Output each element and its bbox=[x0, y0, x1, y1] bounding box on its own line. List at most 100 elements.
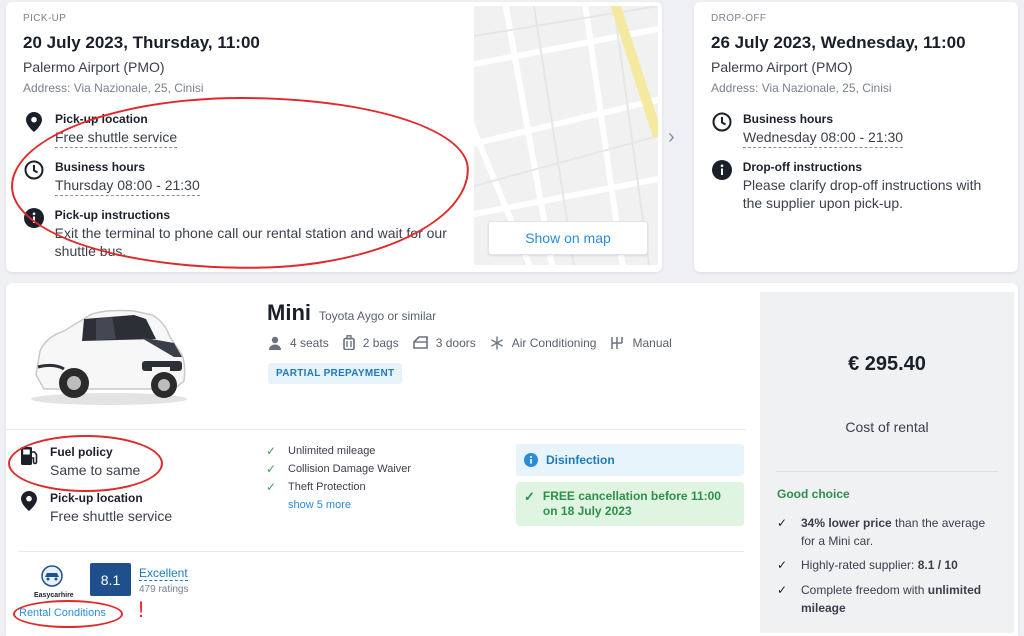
car-pickup-location-value: Free shuttle service bbox=[50, 508, 173, 524]
pickup-map[interactable]: Show on map bbox=[474, 6, 658, 265]
pickup-location-row: Pick-up location Free shuttle service bbox=[23, 112, 178, 148]
info-icon bbox=[23, 208, 45, 230]
rental-conditions-link[interactable]: Rental Conditions bbox=[19, 607, 106, 619]
pickup-section-label: PICK-UP bbox=[23, 13, 67, 24]
dropoff-location-name: Palermo Airport (PMO) bbox=[711, 59, 853, 75]
partial-prepayment-badge: PARTIAL PREPAYMENT bbox=[268, 363, 403, 384]
dropoff-instructions-row: Drop-off instructions Please clarify dro… bbox=[711, 160, 1001, 212]
good-choice-point: ✓ Complete freedom with unlimited mileag… bbox=[777, 581, 997, 617]
info-icon bbox=[524, 453, 538, 467]
inclusion-label: Theft Protection bbox=[288, 481, 366, 493]
price-amount: € 295.40 bbox=[848, 353, 926, 375]
dropoff-hours-value[interactable]: Wednesday 08:00 - 21:30 bbox=[743, 128, 904, 148]
dropoff-date: 26 July 2023, Wednesday, 11:00 bbox=[711, 33, 966, 52]
pickup-instructions-title: Pick-up instructions bbox=[54, 208, 171, 222]
clock-icon bbox=[23, 160, 45, 182]
location-pin-icon bbox=[23, 112, 45, 134]
ratings-count: 479 ratings bbox=[139, 584, 189, 595]
clock-icon bbox=[711, 112, 733, 134]
feature-ac: Air Conditioning bbox=[490, 335, 597, 350]
feature-bags: 2 bags bbox=[342, 335, 399, 350]
rating-label[interactable]: Excellent bbox=[139, 566, 188, 581]
check-icon: ✓ bbox=[777, 558, 788, 572]
price-panel: € 295.40 Cost of rental Good choice ✓ 34… bbox=[760, 292, 1014, 633]
car-title-row: Mini Toyota Aygo or similar bbox=[267, 300, 436, 326]
check-icon: ✓ bbox=[777, 583, 788, 597]
supplier-logo: Easycarhire bbox=[34, 565, 74, 599]
car-image bbox=[31, 309, 187, 405]
dropoff-instructions-value: Please clarify drop-off instructions wit… bbox=[742, 177, 982, 211]
good-choice-point: ✓ Highly-rated supplier: 8.1 / 10 bbox=[777, 556, 997, 574]
feature-seats: 4 seats bbox=[268, 335, 329, 350]
car-category: Mini bbox=[267, 300, 311, 325]
inclusion-item: ✓ Theft Protection bbox=[266, 478, 411, 496]
inclusions-list: ✓ Unlimited mileage ✓ Collision Damage Wai… bbox=[266, 442, 411, 511]
snowflake-icon bbox=[490, 336, 503, 349]
good-choice-title: Good choice bbox=[777, 487, 850, 501]
person-icon bbox=[269, 336, 281, 350]
check-icon: ✓ bbox=[266, 444, 277, 458]
fuel-policy-title: Fuel policy bbox=[50, 445, 113, 459]
check-icon: ✓ bbox=[777, 516, 788, 530]
inclusion-label: Collision Damage Waiver bbox=[288, 463, 412, 475]
fuel-pump-icon bbox=[18, 445, 40, 467]
point-text: Complete freedom with bbox=[801, 583, 928, 597]
bag-icon bbox=[342, 335, 355, 350]
divider bbox=[776, 471, 998, 472]
dropoff-instructions-title: Drop-off instructions bbox=[742, 160, 863, 174]
feature-ac-label: Air Conditioning bbox=[511, 335, 597, 350]
easycarhire-logo-icon bbox=[41, 565, 63, 587]
dropoff-hours-row: Business hours Wednesday 08:00 - 21:30 bbox=[711, 112, 904, 148]
point-text: Highly-rated supplier: bbox=[801, 558, 918, 572]
pickup-hours-value[interactable]: Thursday 08:00 - 21:30 bbox=[55, 176, 200, 196]
gearbox-icon bbox=[611, 336, 624, 349]
car-features: 4 seats 2 bags 3 doors Air Conditioning … bbox=[268, 335, 686, 350]
point-bold: 34% lower price bbox=[801, 516, 892, 530]
feature-doors-label: 3 doors bbox=[435, 335, 476, 350]
fuel-policy-value: Same to same bbox=[50, 462, 141, 478]
show-more-link[interactable]: show 5 more bbox=[288, 499, 411, 511]
annotation-exclamation: ! bbox=[138, 597, 145, 622]
supplier-logo-text: Easycarhire bbox=[34, 592, 74, 599]
free-cancellation-label: FREE cancellation before 11:00 on 18 Jul… bbox=[542, 489, 721, 518]
check-icon: ✓ bbox=[524, 489, 535, 504]
pickup-location-value[interactable]: Free shuttle service bbox=[55, 128, 178, 148]
pickup-hours-title: Business hours bbox=[55, 160, 146, 174]
inclusion-label: Unlimited mileage bbox=[288, 445, 376, 457]
pickup-address: Address: Via Nazionale, 25, Cinisi bbox=[23, 81, 204, 95]
free-cancellation-box: ✓ FREE cancellation before 11:00 on 18 J… bbox=[516, 482, 744, 526]
feature-transmission: Manual bbox=[610, 335, 672, 350]
fuel-policy-row: Fuel policy Same to same bbox=[18, 445, 140, 479]
show-on-map-button[interactable]: Show on map bbox=[488, 221, 648, 255]
car-pickup-location-row: Pick-up location Free shuttle service bbox=[18, 491, 172, 525]
inclusion-item: ✓ Unlimited mileage bbox=[266, 442, 411, 460]
chevron-right-icon[interactable]: › bbox=[668, 126, 675, 149]
dropoff-card: DROP-OFF 26 July 2023, Wednesday, 11:00 … bbox=[694, 2, 1018, 272]
pickup-instructions-value: Exit the terminal to phone call our rent… bbox=[54, 225, 447, 259]
car-model: Toyota Aygo or similar bbox=[319, 309, 437, 323]
price-label: Cost of rental bbox=[845, 419, 929, 435]
feature-doors: 3 doors bbox=[412, 335, 476, 350]
feature-seats-label: 4 seats bbox=[290, 335, 329, 350]
dropoff-hours-title: Business hours bbox=[743, 112, 834, 126]
feature-transmission-label: Manual bbox=[632, 335, 672, 350]
inclusion-item: ✓ Collision Damage Waiver bbox=[266, 460, 411, 478]
info-icon bbox=[711, 160, 733, 182]
pickup-date: 20 July 2023, Thursday, 11:00 bbox=[23, 33, 260, 52]
disinfection-label: Disinfection bbox=[546, 453, 615, 467]
door-icon bbox=[412, 336, 428, 349]
rating-badge: 8.1 bbox=[90, 563, 131, 596]
dropoff-section-label: DROP-OFF bbox=[711, 13, 767, 24]
check-icon: ✓ bbox=[266, 462, 277, 476]
feature-bags-label: 2 bags bbox=[362, 335, 399, 350]
divider bbox=[18, 551, 744, 552]
location-pin-icon bbox=[18, 491, 40, 513]
pickup-instructions-row: Pick-up instructions Exit the terminal t… bbox=[23, 208, 468, 260]
pickup-hours-row: Business hours Thursday 08:00 - 21:30 bbox=[23, 160, 200, 196]
pickup-location-title: Pick-up location bbox=[55, 112, 148, 126]
disinfection-box[interactable]: Disinfection bbox=[516, 444, 744, 476]
divider bbox=[6, 429, 746, 430]
car-pickup-location-title: Pick-up location bbox=[50, 491, 143, 505]
point-bold: 8.1 / 10 bbox=[917, 558, 958, 572]
dropoff-address: Address: Via Nazionale, 25, Cinisi bbox=[711, 81, 892, 95]
